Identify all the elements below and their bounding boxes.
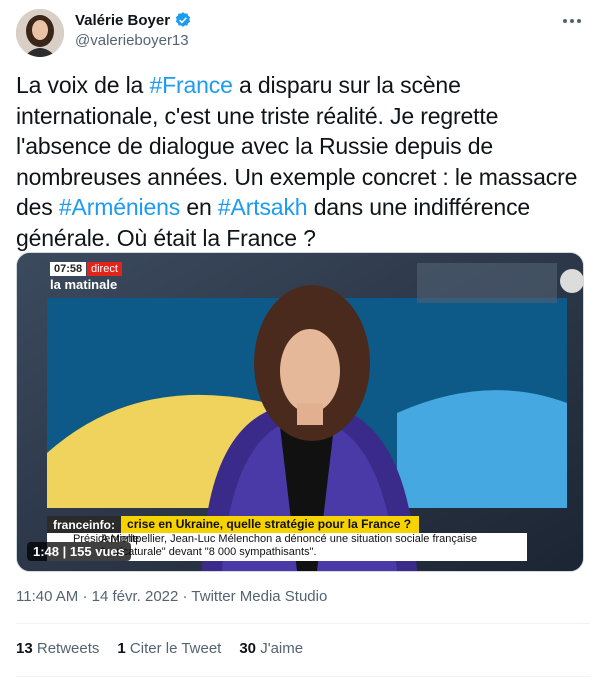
live-badge: direct <box>87 262 122 276</box>
retweets-count: 13 <box>16 640 33 657</box>
author-handle[interactable]: @valerieboyer13 <box>75 32 189 49</box>
quotes-stat[interactable]: 1 Citer le Tweet <box>117 640 221 657</box>
headline-bar: franceinfo: crise en Ukraine, quelle str… <box>47 516 419 533</box>
tweet-time[interactable]: 11:40 AM <box>16 588 78 605</box>
channel-name: franceinfo: <box>53 517 116 532</box>
show-name: la matinale <box>50 277 118 292</box>
video-views: 155 vues <box>69 544 125 559</box>
verified-badge-icon <box>175 12 191 27</box>
likes-stat[interactable]: 30 J'aime <box>239 640 303 657</box>
tweet-text: La voix de la #France a disparu sur la s… <box>16 70 586 254</box>
hashtag-link[interactable]: #Arméniens <box>59 194 180 220</box>
duration-divider: | <box>62 544 70 559</box>
video-duration-badge: 1:48 | 155 vues <box>27 542 131 561</box>
author-name[interactable]: Valérie Boyer <box>75 12 170 29</box>
retweets-label: Retweets <box>36 640 100 657</box>
retweets-stat[interactable]: 13 Retweets <box>16 640 99 657</box>
hashtag-link[interactable]: #France <box>149 72 232 98</box>
author-name-row[interactable]: Valérie Boyer <box>75 11 192 29</box>
tweet-text-segment: en <box>180 194 218 221</box>
divider <box>16 676 590 677</box>
quotes-label: Citer le Tweet <box>129 640 222 657</box>
headline-text: crise en Ukraine, quelle stratégie pour … <box>121 516 419 533</box>
likes-label: J'aime <box>260 640 304 657</box>
quotes-count: 1 <box>117 640 126 657</box>
video-duration: 1:48 <box>33 544 60 559</box>
tweet-source[interactable]: Twitter Media Studio <box>191 588 327 605</box>
more-options-icon[interactable] <box>560 11 584 31</box>
likes-count: 30 <box>239 640 257 657</box>
ticker-text: A Montpellier, Jean-Luc Mélenchon a déno… <box>101 533 478 558</box>
tweet-text-segment: La voix de la <box>16 72 150 98</box>
tweet-meta: 11:40 AM · 14 févr. 2022 · Twitter Media… <box>16 588 327 605</box>
video-player[interactable]: 07:58 direct la matinale franceinfo: cri… <box>16 252 584 572</box>
video-time-badge: 07:58 <box>50 262 87 276</box>
meta-dot: · <box>82 588 92 605</box>
tweet-stats: 13 Retweets 1 Citer le Tweet 30 J'aime <box>16 640 303 657</box>
author-avatar[interactable] <box>16 9 64 57</box>
divider <box>16 623 590 624</box>
tweet-date[interactable]: 14 févr. 2022 <box>92 588 179 605</box>
hashtag-link[interactable]: #Artsakh <box>218 194 308 220</box>
